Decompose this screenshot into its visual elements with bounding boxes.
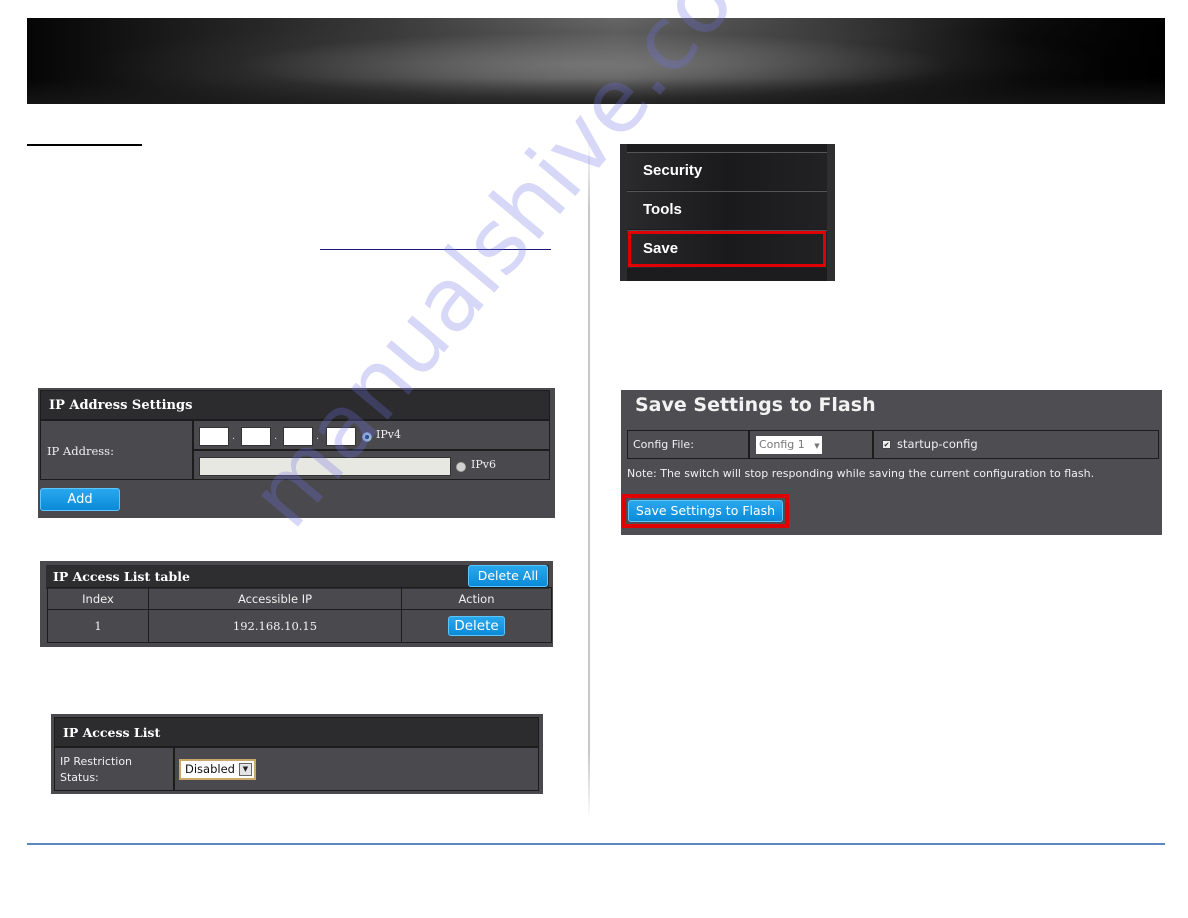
menu-item-security[interactable]: Security [627,152,827,190]
octet-separator: . [232,431,236,442]
ipv6-row: IPv6 [193,450,550,480]
ipv4-row: . . . IPv4 [193,420,550,450]
ipv4-octet-4-input[interactable] [326,427,356,446]
header-banner [27,18,1165,104]
navigation-menu: Security Tools Save [620,144,835,281]
column-header-index: Index [47,587,149,610]
chevron-down-icon: ▼ [238,763,252,776]
ip-restriction-status-label: IP Restriction Status: [54,747,174,791]
config-file-cell: Config 1 ▼ [749,430,873,459]
config-file-row: Config File: Config 1 ▼ ✔ startup-config [627,430,1159,459]
delete-button[interactable]: Delete [448,616,505,636]
octet-separator: . [274,431,278,442]
config-file-select[interactable]: Config 1 ▼ [756,436,822,454]
delete-all-button[interactable]: Delete All [468,565,548,587]
column-header-accessible-ip: Accessible IP [148,587,402,610]
ipv6-radio[interactable] [456,462,466,472]
chevron-down-icon: ▼ [814,442,820,450]
menu-item-tools[interactable]: Tools [627,191,827,229]
table-row: 1 192.168.10.15 Delete [47,609,552,643]
ip-restriction-status-select[interactable]: Disabled ▼ [179,759,256,780]
row-action-cell: Delete [401,609,552,643]
panel-title: IP Address Settings [40,390,550,420]
ipv4-octet-1-input[interactable] [199,427,229,446]
ipv4-octet-3-input[interactable] [283,427,313,446]
ipv6-label: IPv6 [471,458,496,471]
add-button[interactable]: Add [40,488,120,511]
ip-restriction-status-cell: Disabled ▼ [174,747,539,791]
table-header-row: Index Accessible IP Action [47,587,552,610]
save-settings-to-flash-button[interactable]: Save Settings to Flash [628,500,783,522]
ip-access-list-panel: IP Access List IP Restriction Status: Di… [51,714,543,794]
ipv4-label: IPv4 [376,428,401,441]
row-index: 1 [47,609,149,643]
footer-divider [27,843,1165,845]
ip-access-list-table: Index Accessible IP Action 1 192.168.10.… [47,587,552,643]
ipv6-address-input[interactable] [199,457,451,476]
ipv4-octet-2-input[interactable] [241,427,271,446]
row-accessible-ip: 192.168.10.15 [148,609,402,643]
panel-title: IP Access List [54,717,539,747]
column-divider [588,140,590,820]
octet-separator: . [316,431,320,442]
ip-address-label: IP Address: [40,420,193,480]
startup-config-label: startup-config [897,437,978,451]
startup-config-checkbox[interactable]: ✔ [882,440,891,449]
section-heading-underline [27,144,142,146]
panel-title: Save Settings to Flash [635,394,876,416]
config-file-label: Config File: [627,430,749,459]
hyperlink-underline[interactable] [320,249,551,250]
label-line-1: IP Restriction [60,755,133,768]
ipv4-radio[interactable] [362,432,372,442]
startup-config-cell: ✔ startup-config [873,430,1159,459]
selected-value: Disabled [185,762,235,776]
save-note: Note: The switch will stop responding wh… [627,467,1095,480]
menu-item-save[interactable]: Save [627,230,827,268]
label-line-2: Status: [60,771,99,784]
column-header-action: Action [401,587,552,610]
selected-value: Config 1 [759,438,805,451]
